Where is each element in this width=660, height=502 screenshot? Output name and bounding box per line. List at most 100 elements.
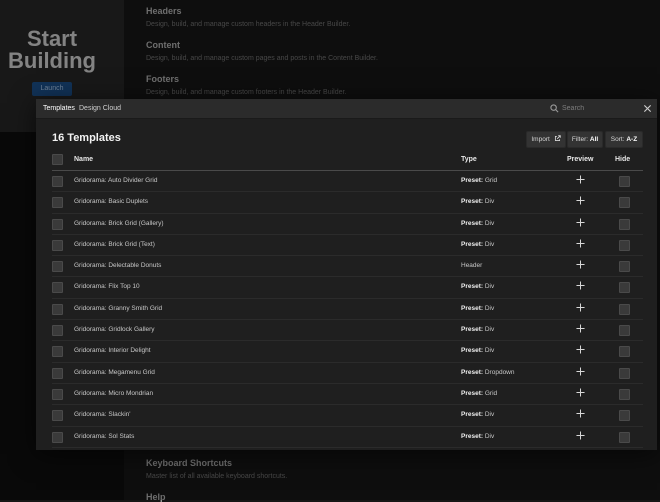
hide-checkbox[interactable] <box>619 239 630 251</box>
tab-design-cloud[interactable]: Design Cloud <box>79 104 121 113</box>
row-checkbox[interactable] <box>52 218 63 230</box>
row-checkbox[interactable] <box>52 197 63 209</box>
type-prefix: Preset: <box>461 368 484 376</box>
template-type: Preset: Div <box>461 347 494 354</box>
template-name: Gridorama: Auto Divider Grid <box>74 177 158 184</box>
type-value: Dropdown <box>484 368 515 376</box>
row-checkbox[interactable] <box>52 346 63 358</box>
preview-plus-icon[interactable] <box>576 218 585 227</box>
type-prefix: Preset: <box>461 347 484 355</box>
template-type: Preset: Div <box>461 241 494 248</box>
import-label: Import <box>531 136 550 143</box>
type-value: Div <box>484 326 495 334</box>
type-value: Grid <box>484 389 498 397</box>
close-icon[interactable] <box>643 104 652 113</box>
table-header: Name Type Preview Hide <box>52 152 643 171</box>
template-type: Header <box>461 262 482 269</box>
template-type: Preset: Div <box>461 283 494 290</box>
template-type: Preset: Div <box>461 305 494 312</box>
row-checkbox[interactable] <box>52 282 63 294</box>
type-prefix: Preset: <box>461 389 484 397</box>
type-value: Div <box>484 432 495 440</box>
table-row[interactable]: Gridorama: Flix Top 10 Preset: Div <box>52 277 643 299</box>
hide-checkbox[interactable] <box>619 346 630 358</box>
hide-checkbox[interactable] <box>619 261 630 273</box>
hide-checkbox[interactable] <box>619 431 630 443</box>
preview-plus-icon[interactable] <box>576 409 585 418</box>
preview-plus-icon[interactable] <box>576 175 585 184</box>
type-value: Div <box>484 347 495 355</box>
row-checkbox[interactable] <box>52 388 63 400</box>
hide-checkbox[interactable] <box>619 367 630 379</box>
filter-button[interactable]: Filter: All <box>567 131 603 148</box>
column-name[interactable]: Name <box>74 156 93 163</box>
modal-topbar: Templates Design Cloud <box>36 99 657 119</box>
row-checkbox[interactable] <box>52 239 63 251</box>
table-row[interactable]: Gridorama: Interior Delight Preset: Div <box>52 341 643 363</box>
select-all-checkbox[interactable] <box>52 154 63 165</box>
preview-plus-icon[interactable] <box>576 281 585 291</box>
row-checkbox[interactable] <box>52 325 63 337</box>
table-row[interactable]: Gridorama: Brick Grid (Gallery) Preset: D… <box>52 214 643 235</box>
hide-checkbox[interactable] <box>619 388 630 400</box>
hide-checkbox[interactable] <box>619 218 630 230</box>
table-row[interactable]: Gridorama: Granny Smith Grid Preset: Div <box>52 299 643 321</box>
table-row[interactable]: Gridorama: Megamenu Grid Preset: Dropdown <box>52 363 643 384</box>
row-checkbox[interactable] <box>52 261 63 273</box>
import-button[interactable]: Import <box>526 131 566 148</box>
template-name: Gridorama: Gridlock Gallery <box>74 326 155 334</box>
preview-plus-icon[interactable] <box>576 345 585 354</box>
preview-plus-icon[interactable] <box>576 388 585 397</box>
template-type: Preset: Div <box>461 326 494 333</box>
preview-plus-icon[interactable] <box>576 260 585 269</box>
sort-label: Sort: <box>610 136 625 143</box>
preview-plus-icon[interactable] <box>576 239 585 248</box>
sort-value: A-Z <box>626 136 638 143</box>
table-row[interactable]: Gridorama: Brick Grid (Text) Preset: Div <box>52 235 643 257</box>
table-row[interactable]: Gridorama: Basic Duplets Preset: Div <box>52 192 643 214</box>
type-value: Header <box>461 262 483 270</box>
hide-checkbox[interactable] <box>619 176 630 187</box>
hide-checkbox[interactable] <box>619 410 630 422</box>
type-prefix: Preset: <box>461 326 484 334</box>
tab-templates[interactable]: Templates <box>43 104 75 113</box>
preview-plus-icon[interactable] <box>576 367 585 376</box>
table-row[interactable]: Gridorama: Gridlock Gallery Preset: Div <box>52 320 643 342</box>
table-row[interactable]: Gridorama: Delectable Donuts Header <box>52 256 643 278</box>
table-row[interactable]: Gridorama: Auto Divider Grid Preset: Grid <box>52 171 643 193</box>
preview-plus-icon[interactable] <box>576 196 585 205</box>
table-row[interactable]: Gridorama: Slackin' Preset: Div <box>52 405 643 427</box>
row-checkbox[interactable] <box>52 176 63 187</box>
preview-plus-icon[interactable] <box>576 303 585 312</box>
column-type[interactable]: Type <box>461 156 477 163</box>
row-checkbox[interactable] <box>52 431 63 443</box>
template-name: Gridorama: Granny Smith Grid <box>74 304 163 312</box>
templates-table-body: Gridorama: Auto Divider Grid Preset: Grid… <box>52 171 643 450</box>
table-row[interactable]: Gridorama: Sweet GridPreset: Grid <box>52 448 643 450</box>
type-value: Grid <box>484 177 498 184</box>
template-name: Gridorama: Micro Mondrian <box>74 389 154 397</box>
preview-plus-icon[interactable] <box>576 431 585 440</box>
sort-button[interactable]: Sort: A-Z <box>605 131 643 148</box>
hide-checkbox[interactable] <box>619 282 630 294</box>
hide-checkbox[interactable] <box>619 303 630 315</box>
hide-checkbox[interactable] <box>619 325 630 337</box>
template-name: Gridorama: Interior Delight <box>74 347 151 355</box>
row-checkbox[interactable] <box>52 410 63 422</box>
template-type: Preset: Div <box>461 411 494 418</box>
hide-checkbox[interactable] <box>619 197 630 209</box>
type-prefix: Preset: <box>461 283 484 291</box>
preview-plus-icon[interactable] <box>576 324 585 333</box>
template-name: Gridorama: Delectable Donuts <box>74 262 162 270</box>
row-checkbox[interactable] <box>52 367 63 379</box>
template-type: Preset: Dropdown <box>461 369 515 376</box>
filter-label: Filter: <box>571 136 589 143</box>
table-row[interactable]: Gridorama: Micro Mondrian Preset: Grid <box>52 384 643 406</box>
template-name: Gridorama: Megamenu Grid <box>74 368 155 376</box>
type-prefix: Preset: <box>461 177 484 184</box>
search-input[interactable] <box>562 103 632 114</box>
type-value: Div <box>484 304 495 312</box>
table-row[interactable]: Gridorama: Sol Stats Preset: Div <box>52 427 643 448</box>
row-checkbox[interactable] <box>52 303 63 315</box>
template-name: Gridorama: Sol Stats <box>74 432 135 440</box>
